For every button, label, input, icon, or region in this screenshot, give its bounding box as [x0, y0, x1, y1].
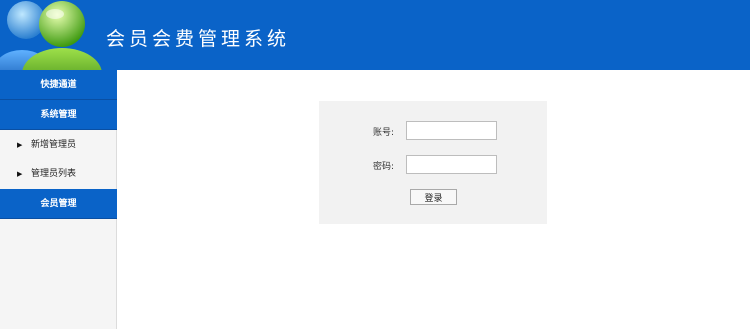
account-input[interactable] — [406, 121, 497, 140]
users-avatar-icon — [0, 1, 102, 72]
triangle-right-icon: ▶ — [17, 170, 23, 178]
password-label: 密码: — [373, 162, 395, 172]
sidebar-item-admin-list[interactable]: ▶ 管理员列表 — [0, 160, 117, 189]
sidebar-item-add-admin[interactable]: ▶ 新增管理员 — [0, 131, 117, 160]
app-title: 会员会费管理系统 — [106, 28, 291, 50]
sidebar-section-system-management[interactable]: 系统管理 — [0, 100, 117, 130]
triangle-right-icon: ▶ — [17, 141, 23, 149]
password-input[interactable] — [406, 155, 497, 174]
sidebar: 快捷通道 系统管理 ▶ 新增管理员 ▶ 管理员列表 会员管理 — [0, 70, 117, 329]
sidebar-section-quick-access[interactable]: 快捷通道 — [0, 70, 117, 100]
sidebar-item-label: 管理员列表 — [31, 169, 77, 179]
sidebar-section-member-management[interactable]: 会员管理 — [0, 189, 117, 219]
login-panel: 账号: 密码: 登录 — [319, 101, 547, 224]
account-label: 账号: — [373, 128, 395, 138]
sidebar-item-label: 新增管理员 — [31, 140, 77, 150]
top-header: 会员会费管理系统 — [0, 0, 750, 72]
login-button[interactable]: 登录 — [410, 189, 457, 205]
